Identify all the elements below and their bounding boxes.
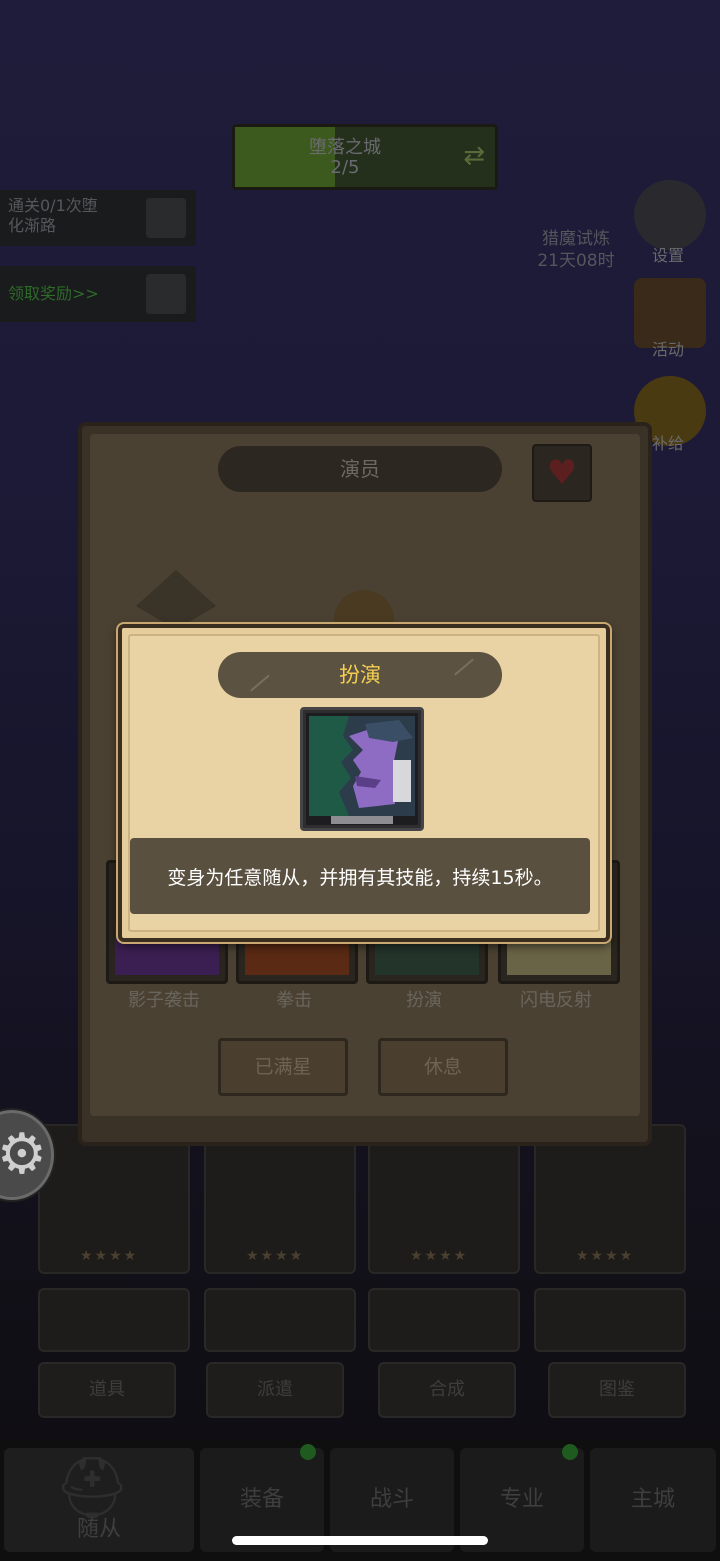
map-banner[interactable]: 堕落之城 2/5 ⇄ [232,124,498,190]
skill-label-punch: 拳击 [276,990,312,1011]
skill-icon-bar [331,816,393,824]
star-rating: ★★★★ [576,1248,635,1264]
skill-label-impersonate: 扮演 [406,990,442,1011]
follower-card[interactable] [368,1288,520,1352]
tab-codex[interactable]: 图鉴 [548,1362,686,1418]
follower-card[interactable]: ★★★★ [38,1124,190,1274]
skill-title: 扮演 [339,663,381,687]
events-label: 活动 [651,340,684,359]
nav-followers[interactable]: ⛑ 随从 [4,1448,194,1552]
follower-card[interactable] [38,1288,190,1352]
character-name: 演员 [218,446,502,492]
skill-label-shadow-strike: 影子袭击 [128,990,200,1011]
masked-face-icon [309,716,415,816]
notification-dot [300,1444,316,1460]
gear-icon[interactable] [634,180,706,250]
follower-card[interactable] [204,1288,356,1352]
star-rating: ★★★★ [246,1248,305,1264]
settings-label: 设置 [651,246,684,265]
quest-item-clear[interactable]: 通关0/1次堕 化渐路 [0,190,196,246]
favorite-heart-icon[interactable]: ♥ [532,444,592,502]
rest-button[interactable]: 休息 [378,1038,508,1096]
trial-info[interactable]: 猎魔试炼 21天08时 [530,228,622,272]
swap-icon[interactable]: ⇄ [463,141,485,171]
follower-card[interactable] [534,1288,686,1352]
tab-items[interactable]: 道具 [38,1362,176,1418]
max-star-button[interactable]: 已满星 [218,1038,348,1096]
trial-timer: 21天08时 [537,251,615,271]
quest-item-reward[interactable]: 领取奖励>> [0,266,196,322]
tab-craft[interactable]: 合成 [378,1362,516,1418]
quest-icon [146,274,186,314]
follower-card[interactable]: ★★★★ [204,1124,356,1274]
tab-dispatch[interactable]: 派遣 [206,1362,344,1418]
star-rating: ★★★★ [80,1248,139,1264]
skill-label-lightning-reflex: 闪电反射 [520,990,592,1011]
floating-gear-icon[interactable]: ⚙ [0,1110,54,1200]
star-rating: ★★★★ [410,1248,469,1264]
quest-icon [146,198,186,238]
helmet-icon: ⛑ [54,1453,131,1523]
impersonate-skill-icon [300,707,424,831]
trial-title: 猎魔试炼 [542,229,610,249]
map-progress: 2/5 [330,157,360,178]
map-name: 堕落之城 [309,137,381,158]
skill-title-banner: 扮演 [218,652,502,698]
nav-followers-label: 随从 [76,1517,121,1542]
skill-description: 变身为任意随从，并拥有其技能，持续15秒。 [167,867,553,889]
notification-dot [562,1444,578,1460]
nav-main-city[interactable]: 主城 [590,1448,716,1552]
follower-card[interactable]: ★★★★ [534,1124,686,1274]
quest-text-line2: 化渐路 [8,216,57,235]
follower-card[interactable]: ★★★★ [368,1124,520,1274]
home-indicator[interactable] [232,1536,488,1545]
quest-claim-text: 领取奖励>> [8,284,99,303]
quest-text-line1: 通关0/1次堕 [8,196,98,215]
